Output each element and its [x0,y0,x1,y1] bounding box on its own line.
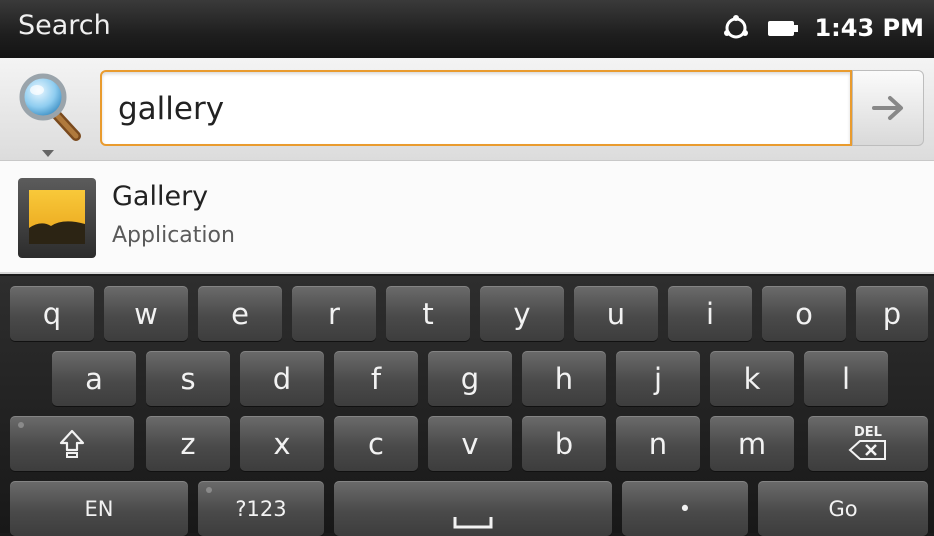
key-q[interactable]: q [10,286,94,341]
key-w[interactable]: w [104,286,188,341]
battery-icon [768,20,799,36]
symbols-key[interactable]: ?123 [198,481,324,536]
key-l[interactable]: l [804,351,888,406]
backspace-icon [848,440,886,460]
suggestion-title: Gallery [112,181,209,212]
suggestion-item[interactable]: Gallery Application [0,161,934,274]
key-b[interactable]: b [522,416,606,471]
search-go-button[interactable] [852,70,924,146]
sync-icon [724,15,749,39]
search-bar [0,58,934,161]
search-engine-selector[interactable] [18,70,84,157]
delete-key[interactable]: DEL [808,416,928,471]
key-t[interactable]: t [386,286,470,341]
key-g[interactable]: g [428,351,512,406]
delete-label: DEL [854,425,882,440]
key-u[interactable]: u [574,286,658,341]
key-o[interactable]: o [762,286,846,341]
key-p[interactable]: p [856,286,928,341]
magnifier-icon [19,73,81,141]
status-bar: Search 1:43 PM [0,0,934,59]
key-h[interactable]: h [522,351,606,406]
go-key[interactable]: Go [758,481,928,536]
key-c[interactable]: c [334,416,418,471]
status-title: Search [18,10,111,41]
suggestion-subtitle: Application [112,223,235,248]
key-e[interactable]: e [198,286,282,341]
key-j[interactable]: j [616,351,700,406]
key-a[interactable]: a [52,351,136,406]
key-z[interactable]: z [146,416,230,471]
key-s[interactable]: s [146,351,230,406]
clock-time: 1:43 PM [814,14,924,42]
status-indicators: 1:43 PM [722,10,924,46]
key-n[interactable]: n [616,416,700,471]
arrow-right-icon [872,96,903,120]
key-k[interactable]: k [710,351,794,406]
chevron-down-icon [42,150,54,157]
gallery-app-icon [18,178,96,258]
space-icon [453,516,493,528]
shift-key[interactable] [10,416,134,471]
key-i[interactable]: i [668,286,752,341]
key-d[interactable]: d [240,351,324,406]
search-input-box[interactable] [100,70,852,146]
key-x[interactable]: x [240,416,324,471]
key-v[interactable]: v [428,416,512,471]
symbols-label: ?123 [235,496,287,521]
period-key[interactable]: • [622,481,748,536]
search-input[interactable] [118,88,838,130]
key-f[interactable]: f [334,351,418,406]
language-key[interactable]: EN [10,481,188,536]
key-r[interactable]: r [292,286,376,341]
key-y[interactable]: y [480,286,564,341]
space-key[interactable] [334,481,612,536]
soft-keyboard: q w e r t y u i o p a s d f g h j k l z … [0,276,934,536]
key-m[interactable]: m [710,416,794,471]
shift-icon [59,429,85,458]
